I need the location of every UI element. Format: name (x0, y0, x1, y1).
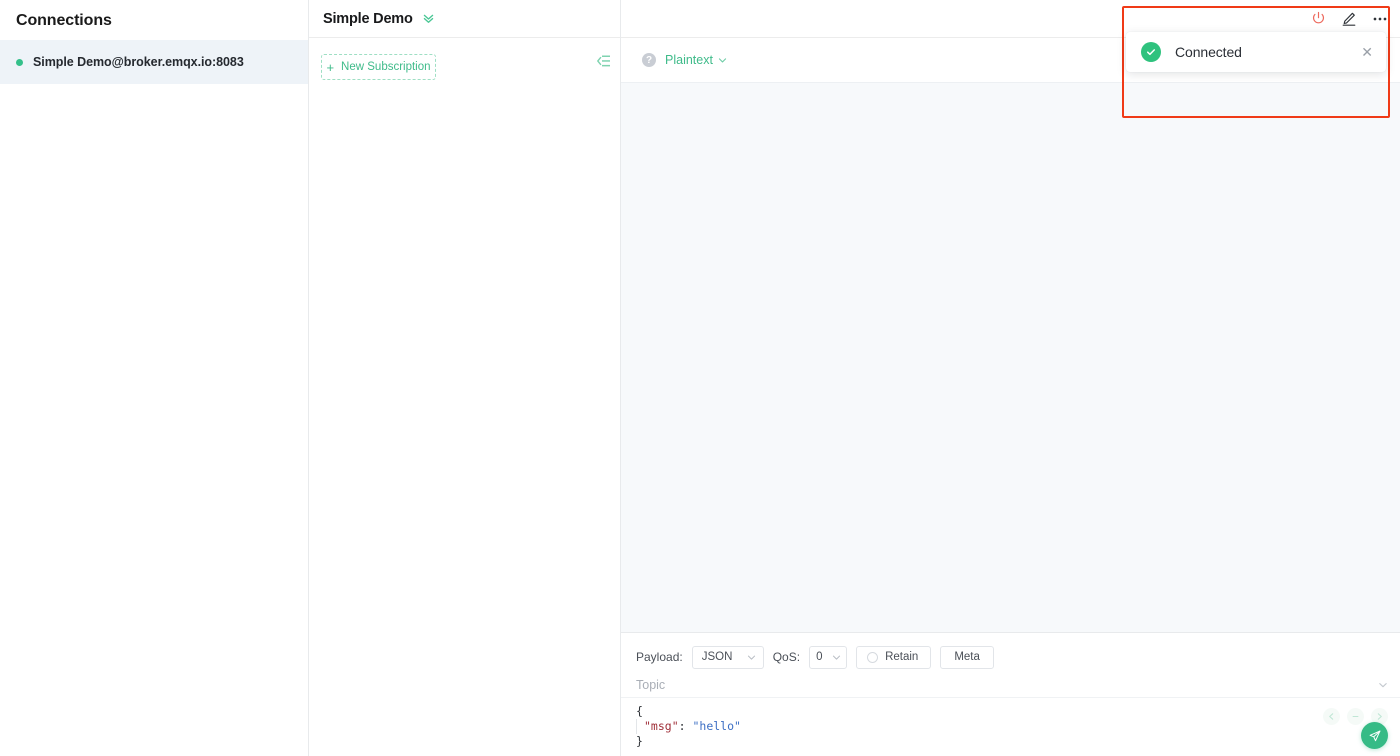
payload-editor[interactable]: { "msg": "hello" } (621, 698, 1400, 756)
send-message-button[interactable] (1361, 722, 1388, 749)
connection-label: Simple Demo@broker.emqx.io:8083 (33, 55, 244, 69)
chevron-down-icon[interactable] (1378, 680, 1388, 690)
arrow-left-icon[interactable] (1323, 708, 1340, 725)
json-value: "hello" (692, 719, 741, 733)
message-panel: ? Plaintext Payload: JSON QoS: 0 Retain … (621, 0, 1400, 756)
meta-button[interactable]: Meta (940, 645, 994, 669)
subscriptions-panel: Simple Demo + New Subscription (309, 0, 621, 756)
minus-icon[interactable] (1347, 708, 1364, 725)
sidebar-item-simple-demo[interactable]: Simple Demo@broker.emqx.io:8083 (0, 40, 308, 84)
subscriptions-list: + New Subscription (309, 38, 620, 756)
page-title: Connections (16, 12, 112, 29)
json-colon: : (678, 719, 693, 733)
editor-line-2: "msg": "hello" (636, 719, 1400, 734)
collapse-panel-icon[interactable] (595, 52, 613, 70)
payload-type-select[interactable]: JSON (691, 645, 764, 669)
power-icon[interactable] (1311, 11, 1326, 26)
new-subscription-button[interactable]: + New Subscription (321, 54, 436, 80)
connection-title: Simple Demo (323, 10, 413, 27)
connection-status-dot (16, 58, 23, 66)
new-subscription-label: New Subscription (341, 61, 431, 73)
payload-format-label: Plaintext (665, 53, 713, 67)
retain-label: Retain (885, 651, 919, 663)
topic-input[interactable]: Topic (636, 678, 665, 692)
question-circle-icon[interactable]: ? (642, 53, 656, 67)
mqtt-client-window: Connections Simple Demo@broker.emqx.io:8… (0, 0, 1400, 756)
json-brace-close: } (636, 734, 643, 748)
connection-header: Simple Demo (309, 0, 620, 38)
chevron-down-icon (747, 655, 755, 660)
double-chevron-down-icon[interactable] (422, 12, 435, 25)
toast-message: Connected (1175, 44, 1242, 60)
retain-checkbox[interactable]: Retain (856, 645, 932, 669)
json-brace-open: { (636, 704, 643, 718)
topic-input-row[interactable]: Topic (621, 672, 1400, 698)
publish-options-toolbar: Payload: JSON QoS: 0 Retain Meta (621, 642, 1400, 672)
connected-toast: Connected ✕ (1126, 32, 1386, 72)
plus-icon: + (326, 59, 335, 75)
payload-format-selector[interactable]: Plaintext (665, 53, 727, 67)
json-key: "msg" (644, 719, 679, 733)
qos-select[interactable]: 0 (809, 645, 848, 669)
qos-value: 0 (816, 651, 823, 663)
message-list (621, 82, 1400, 632)
chevron-down-icon (718, 57, 727, 62)
retain-radio-icon (867, 651, 879, 663)
chevron-down-icon (833, 655, 841, 660)
more-horizontal-icon[interactable] (1372, 11, 1388, 27)
payload-type-label: Payload: (636, 650, 683, 664)
editor-line-3: } (636, 734, 1400, 749)
close-x-icon[interactable]: ✕ (1361, 45, 1373, 59)
qos-label: QoS: (772, 650, 801, 664)
connections-sidebar: Connections Simple Demo@broker.emqx.io:8… (0, 0, 309, 756)
editor-line-1: { (636, 704, 1400, 719)
send-paper-plane-icon (1369, 730, 1380, 741)
publish-composer: Payload: JSON QoS: 0 Retain Meta Topic {… (621, 632, 1400, 756)
payload-type-value: JSON (701, 651, 733, 663)
check-circle-icon (1141, 42, 1161, 62)
pencil-edit-icon[interactable] (1341, 11, 1357, 27)
